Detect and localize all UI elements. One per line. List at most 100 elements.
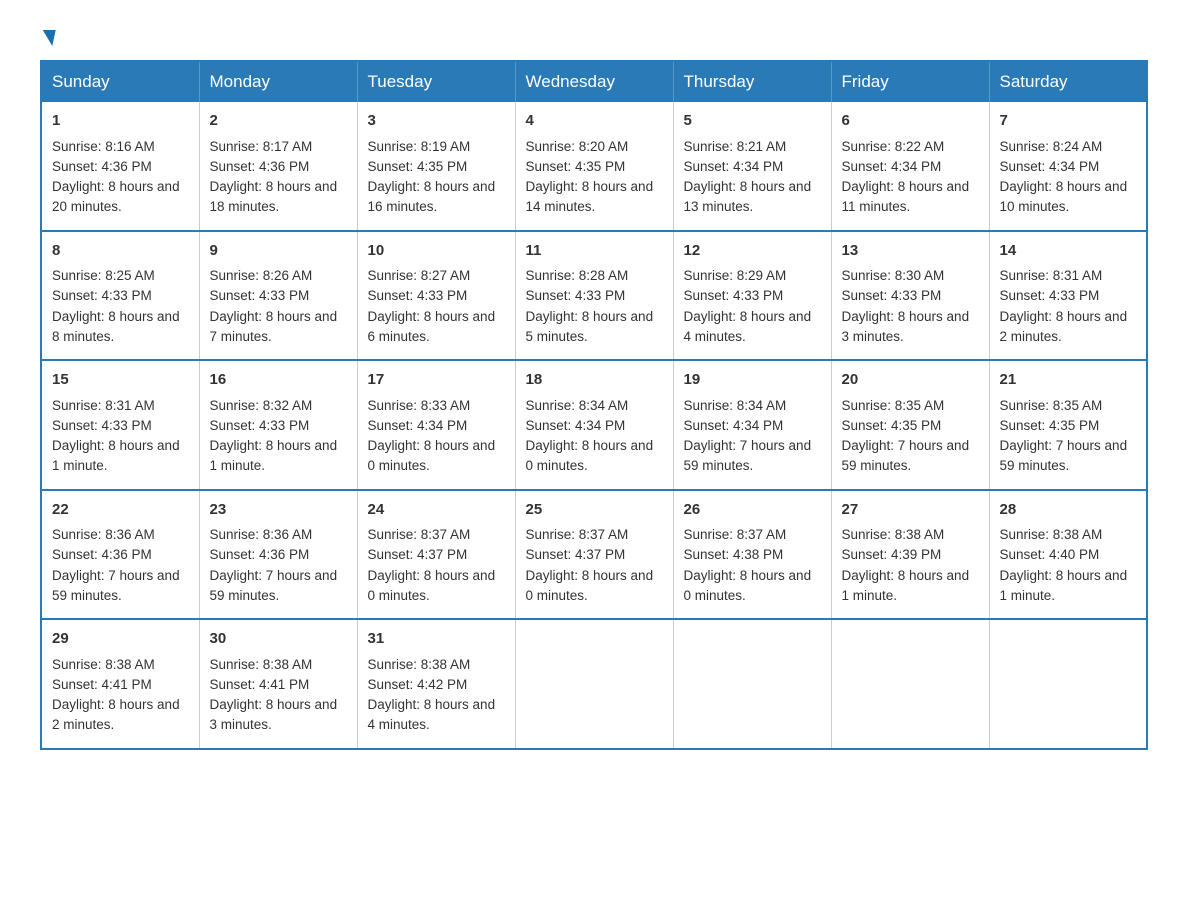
day-number: 15 <box>52 369 189 392</box>
sunrise-text: Sunrise: 8:30 AM <box>842 268 945 283</box>
day-number: 13 <box>842 240 979 263</box>
sunset-text: Sunset: 4:33 PM <box>684 288 784 303</box>
calendar-cell: 27Sunrise: 8:38 AMSunset: 4:39 PMDayligh… <box>831 490 989 620</box>
sunset-text: Sunset: 4:37 PM <box>526 547 626 562</box>
day-number: 9 <box>210 240 347 263</box>
weekday-header-monday: Monday <box>199 61 357 102</box>
daylight-text: Daylight: 8 hours and 16 minutes. <box>368 179 496 214</box>
calendar-cell: 19Sunrise: 8:34 AMSunset: 4:34 PMDayligh… <box>673 360 831 490</box>
day-number: 26 <box>684 499 821 522</box>
day-number: 6 <box>842 110 979 133</box>
calendar-cell: 20Sunrise: 8:35 AMSunset: 4:35 PMDayligh… <box>831 360 989 490</box>
sunrise-text: Sunrise: 8:21 AM <box>684 139 787 154</box>
day-number: 29 <box>52 628 189 651</box>
week-row-3: 15Sunrise: 8:31 AMSunset: 4:33 PMDayligh… <box>41 360 1147 490</box>
page-header <box>40 30 1148 40</box>
calendar-cell: 4Sunrise: 8:20 AMSunset: 4:35 PMDaylight… <box>515 102 673 231</box>
sunrise-text: Sunrise: 8:38 AM <box>842 527 945 542</box>
week-row-1: 1 Sunrise: 8:16 AM Sunset: 4:36 PM Daylight… <box>41 102 1147 231</box>
calendar-cell: 10 Sunrise: 8:27 AM Sunset: 4:33 PM Dayligh… <box>357 231 515 361</box>
day-number: 23 <box>210 499 347 522</box>
daylight-text: Daylight: 8 hours and 0 minutes. <box>684 568 812 603</box>
logo-arrow-icon <box>41 30 55 46</box>
sunrise-text: Sunrise: 8:26 AM <box>210 268 313 283</box>
daylight-text: Daylight: 7 hours and 59 minutes. <box>684 438 812 473</box>
weekday-header-saturday: Saturday <box>989 61 1147 102</box>
week-row-2: 8 Sunrise: 8:25 AM Sunset: 4:33 PM Daylight… <box>41 231 1147 361</box>
sunset-text: Sunset: 4:41 PM <box>210 677 310 692</box>
weekday-header-thursday: Thursday <box>673 61 831 102</box>
calendar-cell: 3Sunrise: 8:19 AMSunset: 4:35 PMDaylight… <box>357 102 515 231</box>
calendar-cell: 12Sunrise: 8:29 AMSunset: 4:33 PMDayligh… <box>673 231 831 361</box>
day-number: 5 <box>684 110 821 133</box>
calendar-cell: 30Sunrise: 8:38 AMSunset: 4:41 PMDayligh… <box>199 619 357 749</box>
day-number: 31 <box>368 628 505 651</box>
daylight-text: Daylight: 8 hours and 6 minutes. <box>368 309 496 344</box>
calendar-cell: 2Sunrise: 8:17 AMSunset: 4:36 PMDaylight… <box>199 102 357 231</box>
calendar-cell: 24Sunrise: 8:37 AMSunset: 4:37 PMDayligh… <box>357 490 515 620</box>
sunrise-text: Sunrise: 8:25 AM <box>52 268 155 283</box>
calendar-cell: 17Sunrise: 8:33 AMSunset: 4:34 PMDayligh… <box>357 360 515 490</box>
day-number: 10 <box>368 240 505 263</box>
sunset-text: Sunset: 4:36 PM <box>52 159 152 174</box>
daylight-text: Daylight: 8 hours and 20 minutes. <box>52 179 180 214</box>
sunset-text: Sunset: 4:35 PM <box>842 418 942 433</box>
daylight-text: Daylight: 8 hours and 4 minutes. <box>684 309 812 344</box>
day-number: 16 <box>210 369 347 392</box>
sunset-text: Sunset: 4:34 PM <box>842 159 942 174</box>
sunrise-text: Sunrise: 8:37 AM <box>526 527 629 542</box>
daylight-text: Daylight: 8 hours and 5 minutes. <box>526 309 654 344</box>
sunset-text: Sunset: 4:35 PM <box>368 159 468 174</box>
day-number: 21 <box>1000 369 1137 392</box>
day-number: 27 <box>842 499 979 522</box>
sunrise-text: Sunrise: 8:32 AM <box>210 398 313 413</box>
daylight-text: Daylight: 7 hours and 59 minutes. <box>210 568 338 603</box>
calendar-cell <box>831 619 989 749</box>
sunset-text: Sunset: 4:33 PM <box>368 288 468 303</box>
calendar-cell: 8Sunrise: 8:25 AMSunset: 4:33 PMDaylight… <box>41 231 199 361</box>
day-number: 14 <box>1000 240 1137 263</box>
sunset-text: Sunset: 4:36 PM <box>52 547 152 562</box>
sunrise-text: Sunrise: 8:19 AM <box>368 139 471 154</box>
sunrise-text: Sunrise: 8:28 AM <box>526 268 629 283</box>
weekday-header-sunday: Sunday <box>41 61 199 102</box>
daylight-text: Daylight: 8 hours and 14 minutes. <box>526 179 654 214</box>
sunrise-text: Sunrise: 8:36 AM <box>210 527 313 542</box>
daylight-text: Daylight: 8 hours and 1 minute. <box>1000 568 1128 603</box>
calendar-cell <box>673 619 831 749</box>
day-number: 20 <box>842 369 979 392</box>
sunset-text: Sunset: 4:42 PM <box>368 677 468 692</box>
calendar-cell: 11Sunrise: 8:28 AMSunset: 4:33 PMDayligh… <box>515 231 673 361</box>
calendar-cell: 13Sunrise: 8:30 AMSunset: 4:33 PMDayligh… <box>831 231 989 361</box>
sunset-text: Sunset: 4:36 PM <box>210 159 310 174</box>
day-number: 28 <box>1000 499 1137 522</box>
day-number: 8 <box>52 240 189 263</box>
sunset-text: Sunset: 4:34 PM <box>1000 159 1100 174</box>
sunset-text: Sunset: 4:33 PM <box>52 288 152 303</box>
daylight-text: Daylight: 8 hours and 0 minutes. <box>368 438 496 473</box>
week-row-4: 22Sunrise: 8:36 AMSunset: 4:36 PMDayligh… <box>41 490 1147 620</box>
calendar-cell: 14Sunrise: 8:31 AMSunset: 4:33 PMDayligh… <box>989 231 1147 361</box>
daylight-text: Daylight: 8 hours and 4 minutes. <box>368 697 496 732</box>
sunrise-text: Sunrise: 8:34 AM <box>526 398 629 413</box>
day-number: 7 <box>1000 110 1137 133</box>
daylight-text: Daylight: 8 hours and 3 minutes. <box>210 697 338 732</box>
day-number: 18 <box>526 369 663 392</box>
day-number: 2 <box>210 110 347 133</box>
calendar-cell: 15Sunrise: 8:31 AMSunset: 4:33 PMDayligh… <box>41 360 199 490</box>
calendar-cell: 18Sunrise: 8:34 AMSunset: 4:34 PMDayligh… <box>515 360 673 490</box>
day-number: 19 <box>684 369 821 392</box>
sunrise-text: Sunrise: 8:38 AM <box>368 657 471 672</box>
sunset-text: Sunset: 4:33 PM <box>1000 288 1100 303</box>
sunrise-text: Sunrise: 8:16 AM <box>52 139 155 154</box>
sunrise-text: Sunrise: 8:24 AM <box>1000 139 1103 154</box>
sunrise-text: Sunrise: 8:27 AM <box>368 268 471 283</box>
sunrise-text: Sunrise: 8:33 AM <box>368 398 471 413</box>
calendar-table: SundayMondayTuesdayWednesdayThursdayFrid… <box>40 60 1148 750</box>
weekday-header-friday: Friday <box>831 61 989 102</box>
sunrise-text: Sunrise: 8:37 AM <box>368 527 471 542</box>
daylight-text: Daylight: 7 hours and 59 minutes. <box>52 568 180 603</box>
calendar-cell: 25Sunrise: 8:37 AMSunset: 4:37 PMDayligh… <box>515 490 673 620</box>
sunrise-text: Sunrise: 8:38 AM <box>1000 527 1103 542</box>
day-number: 1 <box>52 110 189 133</box>
